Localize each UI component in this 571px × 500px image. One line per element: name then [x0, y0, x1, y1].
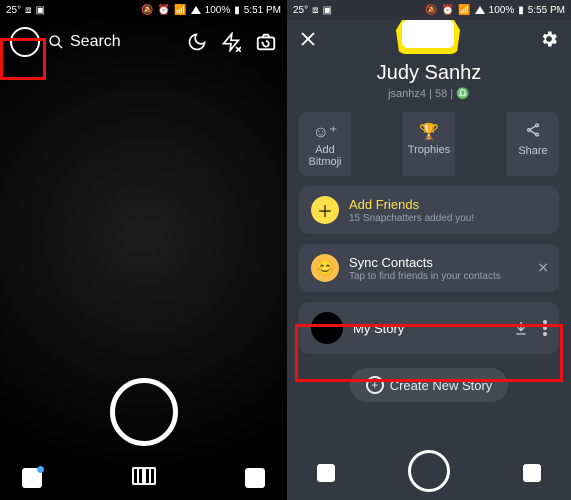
- signal-icon: [191, 6, 201, 14]
- chat-tab-button[interactable]: [22, 468, 42, 488]
- share-button[interactable]: Share: [507, 112, 559, 176]
- flash-icon[interactable]: [221, 32, 241, 52]
- annotation-highlight-avatar: [0, 38, 46, 80]
- trophy-icon: 🏆: [403, 122, 455, 142]
- profile-meta: jsanhz4 | 58 | ♎: [299, 87, 559, 100]
- sync-contacts-card[interactable]: 😊 Sync Contacts Tap to find friends in y…: [299, 244, 559, 292]
- share-icon: [507, 122, 559, 143]
- camera-viewport[interactable]: Search: [0, 20, 287, 500]
- search-icon: [48, 34, 64, 50]
- memories-button[interactable]: [132, 467, 156, 489]
- mute-icon: 🔕: [141, 5, 153, 16]
- close-button[interactable]: [299, 30, 317, 48]
- dismiss-sync-icon[interactable]: ✕: [537, 260, 549, 277]
- night-mode-icon[interactable]: [187, 32, 207, 52]
- add-bitmoji-button[interactable]: ☺⁺ Add Bitmoji: [299, 112, 351, 176]
- sync-contacts-title: Sync Contacts: [349, 255, 501, 270]
- battery-pct: 100%: [205, 5, 231, 16]
- annotation-highlight-mystory: [295, 324, 563, 382]
- display-name: Judy Sanhz: [299, 62, 559, 85]
- snapcode[interactable]: [396, 20, 460, 54]
- sync-contacts-sub: Tap to find friends in your contacts: [349, 271, 501, 282]
- alarm-icon: ⏰: [442, 5, 454, 16]
- clock: 5:51 PM: [244, 5, 281, 16]
- bitmoji-icon: ☺⁺: [299, 122, 351, 142]
- wifi-icon: 📶: [174, 5, 186, 16]
- dropbox-icon: ⧈: [312, 5, 318, 16]
- add-friends-icon: ＋: [311, 196, 339, 224]
- profile-actions-row: ☺⁺ Add Bitmoji 🏆 Trophies Share: [299, 112, 559, 176]
- add-friends-card[interactable]: ＋ Add Friends 15 Snapchatters added you!: [299, 186, 559, 234]
- trophies-button[interactable]: 🏆 Trophies: [403, 112, 455, 176]
- mute-icon: 🔕: [425, 5, 437, 16]
- flip-camera-icon[interactable]: [255, 31, 277, 53]
- battery-icon: ▮: [518, 5, 524, 16]
- add-friends-title: Add Friends: [349, 197, 474, 212]
- alarm-icon: ⏰: [158, 5, 170, 16]
- add-friends-sub: 15 Snapchatters added you!: [349, 213, 474, 224]
- search-placeholder: Search: [70, 33, 121, 51]
- chat-tab-button[interactable]: [317, 464, 335, 482]
- clock: 5:55 PM: [528, 5, 565, 16]
- trophies-label: Trophies: [408, 144, 450, 156]
- settings-gear-icon[interactable]: [539, 29, 559, 49]
- search-field[interactable]: Search: [48, 33, 187, 51]
- temp-indicator: 25°: [293, 5, 308, 16]
- add-bitmoji-label: Add Bitmoji: [308, 144, 341, 168]
- status-bar-right: 25° ⧈ ▣ 🔕 ⏰ 📶 100% ▮ 5:55 PM: [287, 0, 571, 20]
- temp-indicator: 25°: [6, 5, 21, 16]
- signal-icon: [475, 6, 485, 14]
- screenshot-icon: ▣: [36, 5, 45, 16]
- stories-tab-button[interactable]: [523, 464, 541, 482]
- stories-tab-button[interactable]: [245, 468, 265, 488]
- wifi-icon: 📶: [458, 5, 470, 16]
- status-bar-left: 25° ⧈ ▣ 🔕 ⏰ 📶 100% ▮ 5:51 PM: [0, 0, 287, 20]
- screenshot-icon: ▣: [323, 5, 332, 16]
- battery-icon: ▮: [234, 5, 240, 16]
- sync-contacts-icon: 😊: [311, 254, 339, 282]
- dropbox-icon: ⧈: [25, 5, 31, 16]
- shutter-button[interactable]: [110, 378, 178, 446]
- shutter-button[interactable]: [408, 450, 450, 492]
- battery-pct: 100%: [489, 5, 515, 16]
- share-label: Share: [518, 145, 547, 157]
